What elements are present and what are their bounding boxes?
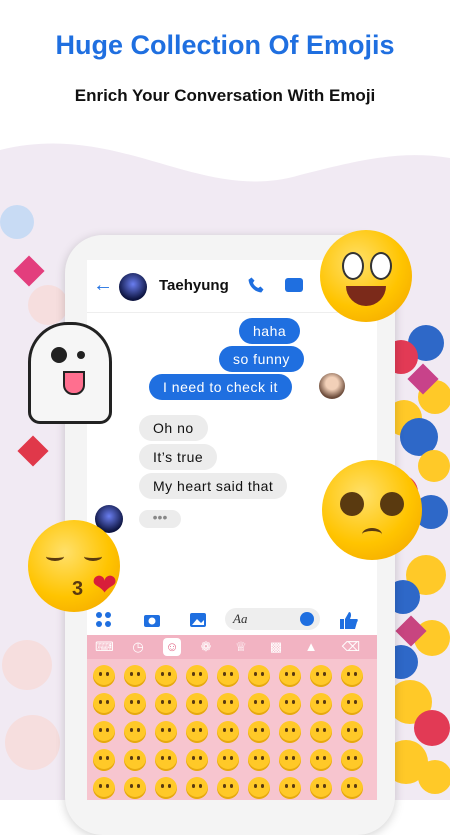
emoji-key[interactable] [341,693,363,715]
emoji-key[interactable] [217,749,239,771]
emoji-key[interactable] [279,749,301,771]
finger-pointing-emoji-icon [320,230,412,322]
headline: Huge Collection Of Emojis [55,30,395,60]
emoji-key[interactable] [155,693,177,715]
emoji-key[interactable] [248,749,270,771]
emoji-keyboard: ⌨ ◷ ☺ ❁ ♕ ▩ ▲ ⌫ [87,635,377,800]
backspace-icon[interactable]: ⌫ [339,638,363,656]
emoji-key[interactable] [217,777,239,799]
bg-emoji-badge [28,285,68,325]
emoji-key[interactable] [279,777,301,799]
emoji-key[interactable] [217,665,239,687]
video-icon[interactable] [285,278,303,292]
car-icon[interactable]: ▩ [267,638,285,656]
crown-icon[interactable]: ♕ [232,638,250,656]
emoji-key[interactable] [248,665,270,687]
emoji-key[interactable] [155,665,177,687]
contact-name[interactable]: Taehyung [159,277,229,294]
emoji-key[interactable] [186,749,208,771]
emoji-key[interactable] [155,721,177,743]
emoji-key[interactable] [124,777,146,799]
bg-like-badge [0,205,34,239]
emoji-key[interactable] [248,777,270,799]
heart-icon: ❤ [92,569,118,602]
back-arrow-icon[interactable]: ← [93,274,113,297]
emoji-key[interactable] [124,693,146,715]
emoji-key[interactable] [124,721,146,743]
smiley-icon[interactable]: ☺ [163,638,181,656]
emoji-key[interactable] [279,665,301,687]
message-out: so funny [219,346,304,372]
emoji-key[interactable] [341,721,363,743]
emoji-key[interactable] [186,721,208,743]
emoji-key[interactable] [279,721,301,743]
emoji-key[interactable] [186,777,208,799]
emoji-key[interactable] [186,665,208,687]
emoji-key[interactable] [93,665,115,687]
bg-emoji-badge [5,715,60,770]
message-out: haha [239,318,301,344]
subheadline: Enrich Your Conversation With Emoji [74,86,376,105]
emoji-icon[interactable] [300,612,314,626]
emoji-key[interactable] [93,777,115,799]
contact-avatar[interactable] [119,273,147,301]
emoji-key[interactable] [217,721,239,743]
message-out: I need to check it [149,374,292,400]
emoji-key[interactable] [341,749,363,771]
emoji-key[interactable] [217,693,239,715]
emoji-key[interactable] [124,749,146,771]
emoji-key[interactable] [310,777,332,799]
my-avatar [319,373,345,399]
emoji-key[interactable] [93,721,115,743]
message-input[interactable]: Aa [225,608,320,630]
apps-icon[interactable] [95,611,113,629]
emoji-key[interactable] [310,665,332,687]
input-bar: Aa [87,605,377,635]
emoji-key[interactable] [155,749,177,771]
emoji-key[interactable] [124,665,146,687]
emoji-key[interactable] [341,777,363,799]
message-in: It’s true [139,444,218,470]
emoji-key[interactable] [279,693,301,715]
ghost-emoji-icon [28,322,112,424]
heart-badge-icon [414,710,450,746]
emoji-key[interactable] [186,693,208,715]
gallery-icon[interactable] [189,611,207,629]
emoji-key[interactable] [310,721,332,743]
message-input-placeholder: Aa [233,611,248,626]
emoji-key[interactable] [155,777,177,799]
emoji-key[interactable] [341,665,363,687]
emoji-key[interactable] [93,693,115,715]
emoji-key[interactable] [93,749,115,771]
keyboard-tab-bar: ⌨ ◷ ☺ ❁ ♕ ▩ ▲ ⌫ [87,635,377,659]
clock-icon[interactable]: ◷ [129,638,147,656]
emoji-key[interactable] [310,749,332,771]
message-in: My heart said that [139,473,288,499]
camera-icon[interactable] [143,611,161,629]
typing-indicator: ••• [139,510,181,528]
phone-icon[interactable] [247,276,265,294]
laugh-emoji-icon [418,760,450,794]
flower-icon[interactable]: ❁ [197,638,215,656]
bg-emoji-badge [2,640,52,690]
emoji-key[interactable] [248,721,270,743]
laugh-emoji-icon [418,450,450,482]
triangle-icon[interactable]: ▲ [302,638,320,656]
keyboard-icon[interactable]: ⌨ [95,638,114,656]
emoji-key[interactable] [248,693,270,715]
thumbs-up-icon[interactable] [339,611,359,631]
pleading-emoji-icon [322,460,422,560]
emoji-key[interactable] [310,693,332,715]
message-in: Oh no [139,415,208,441]
